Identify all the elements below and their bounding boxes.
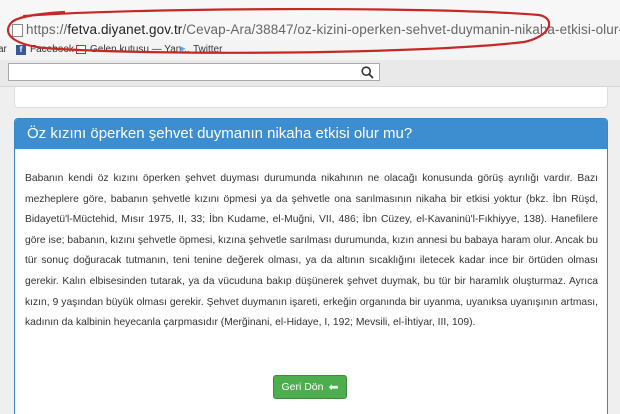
bookmark-facebook[interactable]: f Facebook bbox=[16, 44, 74, 55]
back-button-label: Geri Dön bbox=[281, 381, 324, 393]
search-icon[interactable] bbox=[356, 63, 378, 81]
bookmark-label: Facebook bbox=[30, 44, 74, 55]
bookmark-label: Twitter bbox=[193, 44, 223, 55]
back-button[interactable]: Geri Dön ⬅ bbox=[273, 375, 347, 399]
url-text[interactable]: https://fetva.diyanet.gov.tr/Cevap-Ara/3… bbox=[26, 22, 620, 37]
facebook-icon: f bbox=[16, 44, 26, 55]
address-bar[interactable]: https://fetva.diyanet.gov.tr/Cevap-Ara/3… bbox=[0, 0, 620, 41]
fatwa-panel: Öz kızını öperken şehvet duymanın nikaha… bbox=[14, 118, 608, 414]
answer-text: Babanın kendi öz kızını öperken şehvet d… bbox=[25, 173, 598, 329]
url-domain: fetva.diyanet.gov.tr bbox=[67, 22, 183, 37]
url-prefix: https:// bbox=[26, 22, 68, 37]
search-input[interactable] bbox=[8, 63, 380, 81]
panel-title: Öz kızını öperken şehvet duymanın nikaha… bbox=[15, 119, 607, 149]
inbox-icon bbox=[76, 45, 86, 54]
arrow-left-icon: ⬅ bbox=[328, 380, 339, 394]
page-icon bbox=[12, 24, 23, 37]
search-strip bbox=[0, 60, 620, 87]
previous-panel bbox=[14, 87, 608, 108]
bookmark-partial-label[interactable]: ar bbox=[0, 44, 7, 55]
url-path: /Cevap-Ara/38847/oz-kizini-operken-sehve… bbox=[182, 22, 620, 37]
browser-screen: https://fetva.diyanet.gov.tr/Cevap-Ara/3… bbox=[0, 0, 620, 414]
bookmark-label: Gelen kutusu — Yan... bbox=[90, 44, 190, 55]
bookmark-inbox[interactable]: Gelen kutusu — Yan... bbox=[76, 44, 190, 55]
bookmarks-bar: ar f Facebook Gelen kutusu — Yan... ➤ Tw… bbox=[0, 40, 620, 60]
twitter-icon: ➤ bbox=[178, 44, 187, 55]
bookmark-twitter[interactable]: ➤ Twitter bbox=[178, 44, 222, 55]
